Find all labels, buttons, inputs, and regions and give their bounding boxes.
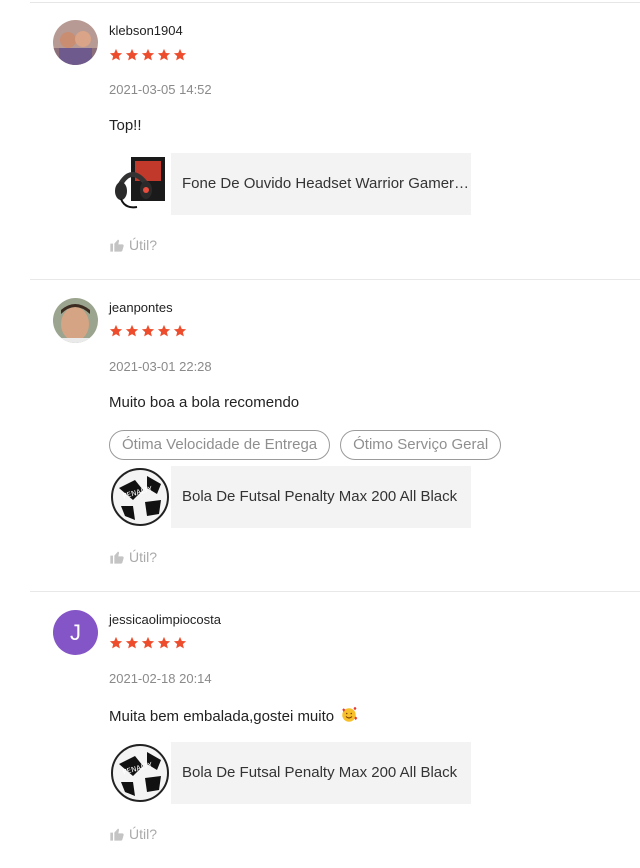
product-name: Bola De Futsal Penalty Max 200 All Black xyxy=(171,466,471,528)
review-date: 2021-03-01 22:28 xyxy=(109,359,212,374)
thumbs-up-icon xyxy=(110,239,124,252)
star-icon xyxy=(173,324,187,337)
smiling-face-with-hearts-icon xyxy=(340,706,358,728)
review-date: 2021-03-05 14:52 xyxy=(109,82,212,97)
helpful-label: Útil? xyxy=(129,826,158,842)
star-icon xyxy=(109,636,123,649)
star-icon xyxy=(157,48,171,61)
avatar[interactable]: J xyxy=(53,610,98,655)
review-tags: Ótima Velocidade de Entrega Ótimo Serviç… xyxy=(109,430,502,460)
review-comment: Muito boa a bola recomendo xyxy=(109,394,300,411)
review-comment-wrapper: Muita bem embalada,gostei muito xyxy=(109,706,358,728)
helpful-button[interactable]: Útil? xyxy=(109,237,157,253)
star-icon xyxy=(157,636,171,649)
avatar[interactable] xyxy=(53,298,98,343)
headset-thumbnail xyxy=(109,153,171,215)
thumbs-up-icon xyxy=(110,828,124,841)
review-item: jeanpontes 2021-03-01 22:28 Muito boa a … xyxy=(0,280,640,592)
review-tag: Ótima Velocidade de Entrega xyxy=(109,430,331,460)
helpful-button[interactable]: Útil? xyxy=(109,826,157,842)
review-tag: Ótimo Serviço Geral xyxy=(340,430,502,460)
star-icon xyxy=(125,324,139,337)
star-icon xyxy=(173,48,187,61)
star-rating xyxy=(109,48,187,62)
star-icon xyxy=(109,324,123,337)
product-card[interactable]: Fone De Ouvido Headset Warrior Gamer Ph1… xyxy=(109,153,471,215)
soccer-ball-thumbnail: PENALTY xyxy=(109,742,171,804)
username[interactable]: jessicaolimpiocosta xyxy=(109,612,221,627)
review-item: klebson1904 2021-03-05 14:52 Top!! Fone … xyxy=(0,0,640,280)
review-comment: Top!! xyxy=(109,117,142,134)
review-date: 2021-02-18 20:14 xyxy=(109,671,212,686)
soccer-ball-thumbnail: PENALTY xyxy=(109,466,171,528)
helpful-label: Útil? xyxy=(129,549,158,565)
review-item: J jessicaolimpiocosta 2021-02-18 20:14 M… xyxy=(0,592,640,868)
star-icon xyxy=(141,48,155,61)
helpful-button[interactable]: Útil? xyxy=(109,549,157,565)
star-icon xyxy=(141,324,155,337)
product-card[interactable]: PENALTY Bola De Futsal Penalty Max 200 A… xyxy=(109,466,471,528)
star-rating xyxy=(109,324,187,338)
product-card[interactable]: PENALTY Bola De Futsal Penalty Max 200 A… xyxy=(109,742,471,804)
star-rating xyxy=(109,636,187,650)
star-icon xyxy=(141,636,155,649)
helpful-label: Útil? xyxy=(129,237,158,253)
star-icon xyxy=(125,636,139,649)
avatar[interactable] xyxy=(53,20,98,65)
review-comment: Muita bem embalada,gostei muito xyxy=(109,708,335,725)
thumbs-up-icon xyxy=(110,551,124,564)
product-name: Fone De Ouvido Headset Warrior Gamer Ph1… xyxy=(171,153,471,215)
star-icon xyxy=(157,324,171,337)
username[interactable]: jeanpontes xyxy=(109,300,173,315)
product-name: Bola De Futsal Penalty Max 200 All Black xyxy=(171,742,471,804)
star-icon xyxy=(125,48,139,61)
username[interactable]: klebson1904 xyxy=(109,23,183,38)
star-icon xyxy=(109,48,123,61)
star-icon xyxy=(173,636,187,649)
